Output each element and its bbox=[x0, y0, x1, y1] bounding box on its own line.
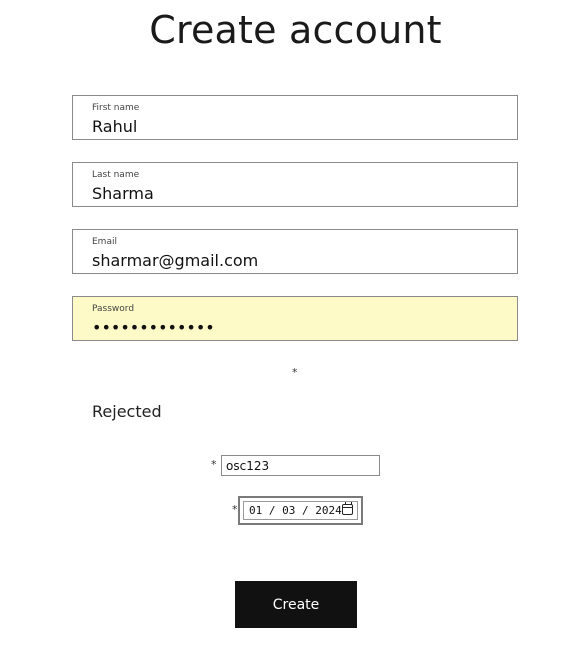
date-input-value[interactable]: 01 / 03 / 2024 bbox=[249, 504, 342, 517]
create-button[interactable]: Create bbox=[235, 581, 357, 628]
date-input[interactable]: 01 / 03 / 2024 bbox=[238, 496, 363, 525]
password-label: Password bbox=[92, 304, 135, 314]
password-field[interactable]: Password ••••••••••••• bbox=[72, 296, 518, 341]
email-label: Email bbox=[92, 237, 117, 247]
date-required-asterisk: * bbox=[232, 503, 238, 516]
code-input[interactable]: osc123 bbox=[221, 455, 380, 476]
password-required-asterisk: * bbox=[292, 366, 298, 379]
first-name-value[interactable]: Rahul bbox=[92, 117, 137, 136]
date-input-box[interactable]: 01 / 03 / 2024 bbox=[243, 501, 358, 520]
last-name-label: Last name bbox=[92, 170, 140, 180]
password-value[interactable]: ••••••••••••• bbox=[92, 318, 215, 337]
email-field[interactable]: Email sharmar@gmail.com bbox=[72, 229, 518, 274]
code-required-asterisk: * bbox=[211, 458, 217, 471]
page-title: Create account bbox=[149, 8, 442, 52]
code-input-value[interactable]: osc123 bbox=[226, 459, 269, 473]
status-message: Rejected bbox=[92, 402, 162, 421]
calendar-icon[interactable] bbox=[342, 502, 353, 515]
first-name-label: First name bbox=[92, 103, 140, 113]
email-value[interactable]: sharmar@gmail.com bbox=[92, 251, 258, 270]
last-name-value[interactable]: Sharma bbox=[92, 184, 154, 203]
first-name-field[interactable]: First name Rahul bbox=[72, 95, 518, 140]
last-name-field[interactable]: Last name Sharma bbox=[72, 162, 518, 207]
